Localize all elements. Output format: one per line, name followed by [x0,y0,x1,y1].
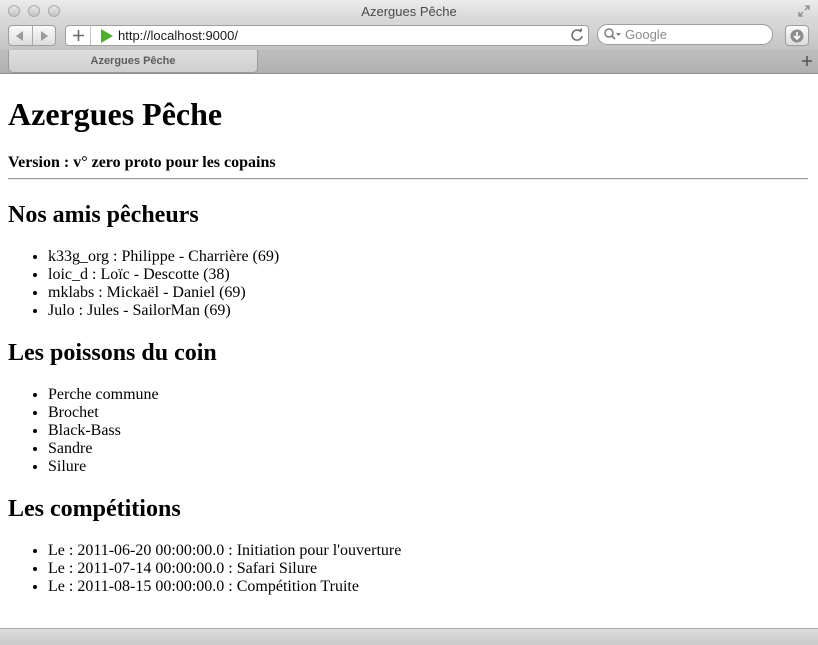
tab-azergues-peche[interactable]: Azergues Pêche [8,50,258,73]
list-item: Black-Bass [48,422,159,440]
fish-heading: Les poissons du coin [8,340,217,366]
search-icon[interactable] [604,28,622,41]
page-status-play-icon [101,29,113,43]
list-item: loic_d : Loïc - Descotte (38) [48,266,279,284]
list-item: Perche commune [48,386,159,404]
list-item: mklabs : Mickaël - Daniel (69) [48,284,279,302]
window-titlebar: Azergues Pêche [0,0,818,23]
search-placeholder: Google [625,27,667,42]
fish-list: Perche commune Brochet Black-Bass Sandre… [0,386,159,476]
page-content: Azergues Pêche Version : v° zero proto p… [0,74,818,628]
navigation-buttons [8,25,56,46]
reload-icon[interactable] [570,28,584,42]
page-heading: Azergues Pêche [8,96,223,132]
competitions-heading: Les compétitions [8,496,181,522]
search-field[interactable]: Google [597,24,773,45]
status-bar [0,628,818,645]
friends-list: k33g_org : Philippe - Charrière (69) loi… [0,248,279,320]
forward-arrow-icon [40,30,48,41]
forward-button[interactable] [31,26,56,45]
friends-heading: Nos amis pêcheurs [8,202,199,228]
list-item: Sandre [48,440,159,458]
add-bookmark-button[interactable] [66,26,91,45]
list-item: k33g_org : Philippe - Charrière (69) [48,248,279,266]
competitions-list: Le : 2011-06-20 00:00:00.0 : Initiation … [0,542,401,596]
browser-toolbar: http://localhost:9000/ Google [0,22,818,50]
back-arrow-icon [16,30,24,41]
back-button[interactable] [9,26,32,45]
plus-icon [72,30,84,41]
tab-bar: Azergues Pêche [0,50,818,74]
list-item: Le : 2011-06-20 00:00:00.0 : Initiation … [48,542,401,560]
new-tab-button[interactable] [802,53,812,70]
version-text: Version : v° zero proto pour les copains [8,154,276,171]
list-item: Le : 2011-08-15 00:00:00.0 : Compétition… [48,578,401,596]
list-item: Brochet [48,404,159,422]
divider [8,178,808,180]
url-text[interactable]: http://localhost:9000/ [118,28,238,43]
address-bar[interactable]: http://localhost:9000/ [65,25,589,46]
plus-icon [802,56,812,66]
downloads-button[interactable] [785,25,809,46]
list-item: Silure [48,458,159,476]
window-title: Azergues Pêche [361,4,457,19]
list-item: Le : 2011-07-14 00:00:00.0 : Safari Silu… [48,560,401,578]
list-item: Julo : Jules - SailorMan (69) [48,302,279,320]
download-icon [790,29,804,42]
fullscreen-icon[interactable] [798,5,810,17]
tab-label: Azergues Pêche [90,55,176,67]
